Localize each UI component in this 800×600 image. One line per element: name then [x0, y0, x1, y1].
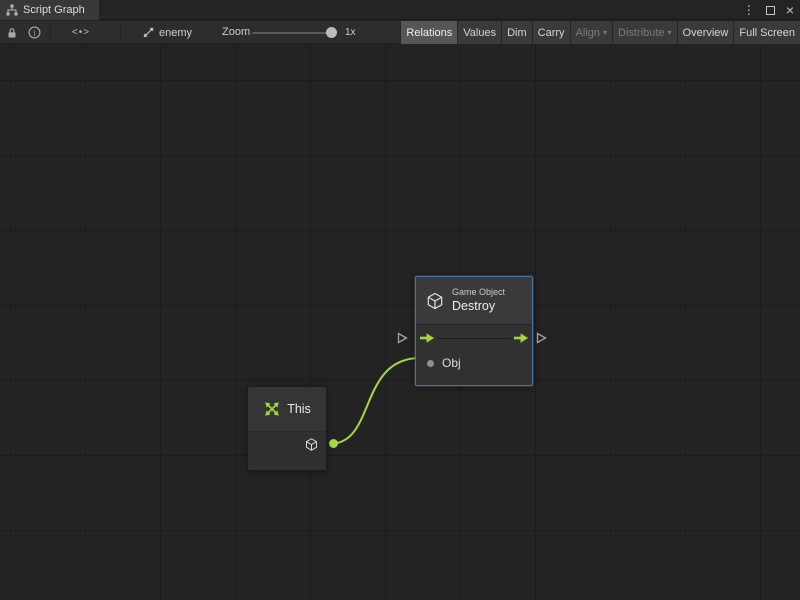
carry-button[interactable]: Carry — [532, 21, 570, 44]
graph-icon — [6, 4, 18, 16]
window-controls: ⋮ × — [743, 0, 794, 20]
game-object-cube-icon — [304, 437, 319, 452]
embed-code-button[interactable]: <•> — [64, 21, 98, 44]
destroy-node-header: Game Object Destroy — [416, 277, 532, 325]
node-destroy[interactable]: Game Object Destroy Obj — [415, 276, 533, 386]
obj-input-port[interactable] — [427, 360, 434, 367]
align-label: Align — [576, 27, 600, 39]
graph-toolbar: i <•> enemy Zoom 1x Relations Values — [0, 21, 800, 44]
this-node-header: This — [248, 387, 326, 431]
connection-wire — [334, 358, 421, 444]
chevron-down-icon: ▾ — [603, 28, 607, 37]
toolbar-separator — [50, 24, 51, 40]
overview-button[interactable]: Overview — [677, 21, 734, 44]
chevron-down-icon: ▾ — [668, 28, 672, 37]
toolbar-separator — [120, 24, 121, 40]
lock-button[interactable] — [2, 21, 22, 44]
destroy-flow-row — [416, 325, 532, 352]
window-tab-script-graph[interactable]: Script Graph — [0, 0, 99, 20]
values-label: Values — [463, 27, 496, 39]
toolbar-button-group: Relations Values Dim Carry Align ▾ Distr… — [400, 21, 800, 44]
graph-pointer-icon — [142, 27, 154, 39]
graph-name-label: enemy — [159, 27, 192, 39]
relations-button[interactable]: Relations — [400, 21, 457, 44]
zoom-value: 1x — [345, 21, 356, 44]
info-button[interactable]: i — [24, 21, 44, 44]
align-button[interactable]: Align ▾ — [570, 21, 612, 44]
zoom-label: Zoom — [222, 21, 250, 44]
flow-input-arrow-icon[interactable] — [420, 332, 435, 344]
graph-breadcrumb[interactable]: enemy — [142, 21, 192, 44]
this-node-title: This — [287, 402, 311, 416]
script-graph-window: Script Graph ⋮ × i <•> — [0, 0, 800, 600]
flow-output-port[interactable] — [534, 331, 548, 345]
carry-label: Carry — [538, 27, 565, 39]
info-icon: i — [28, 26, 41, 39]
game-object-cube-icon — [425, 291, 445, 311]
graph-canvas[interactable]: This Game Object Destroy — [0, 45, 800, 600]
window-menu-icon[interactable]: ⋮ — [743, 0, 755, 20]
maximize-icon[interactable] — [766, 6, 775, 15]
svg-text:i: i — [33, 28, 36, 37]
flow-input-port[interactable] — [395, 331, 409, 345]
dim-button[interactable]: Dim — [501, 21, 532, 44]
close-icon[interactable]: × — [786, 0, 794, 20]
dim-label: Dim — [507, 27, 527, 39]
flow-relation-line — [437, 338, 511, 339]
zoom-slider-track[interactable] — [252, 32, 336, 34]
node-this[interactable]: This — [247, 386, 327, 471]
connection-layer — [0, 45, 800, 600]
obj-port-label: Obj — [442, 356, 461, 370]
node-title-label: Destroy — [452, 299, 505, 314]
this-output-port[interactable] — [329, 439, 338, 448]
distribute-button[interactable]: Distribute ▾ — [612, 21, 676, 44]
zoom-slider-handle[interactable] — [326, 27, 337, 38]
this-node-body — [248, 431, 326, 470]
full-screen-label: Full Screen — [739, 27, 795, 39]
values-button[interactable]: Values — [457, 21, 501, 44]
overview-label: Overview — [683, 27, 729, 39]
destroy-node-titles: Game Object Destroy — [452, 287, 505, 314]
destroy-obj-row: Obj — [416, 352, 532, 374]
distribute-label: Distribute — [618, 27, 664, 39]
this-move-icon — [263, 400, 281, 418]
flow-output-arrow-icon[interactable] — [514, 332, 529, 344]
lock-icon — [7, 27, 17, 39]
embed-code-icon: <•> — [72, 27, 90, 38]
node-category-label: Game Object — [452, 287, 505, 299]
full-screen-button[interactable]: Full Screen — [733, 21, 800, 44]
window-title: Script Graph — [23, 4, 85, 16]
title-bar: Script Graph ⋮ × — [0, 0, 800, 20]
relations-label: Relations — [406, 27, 452, 39]
